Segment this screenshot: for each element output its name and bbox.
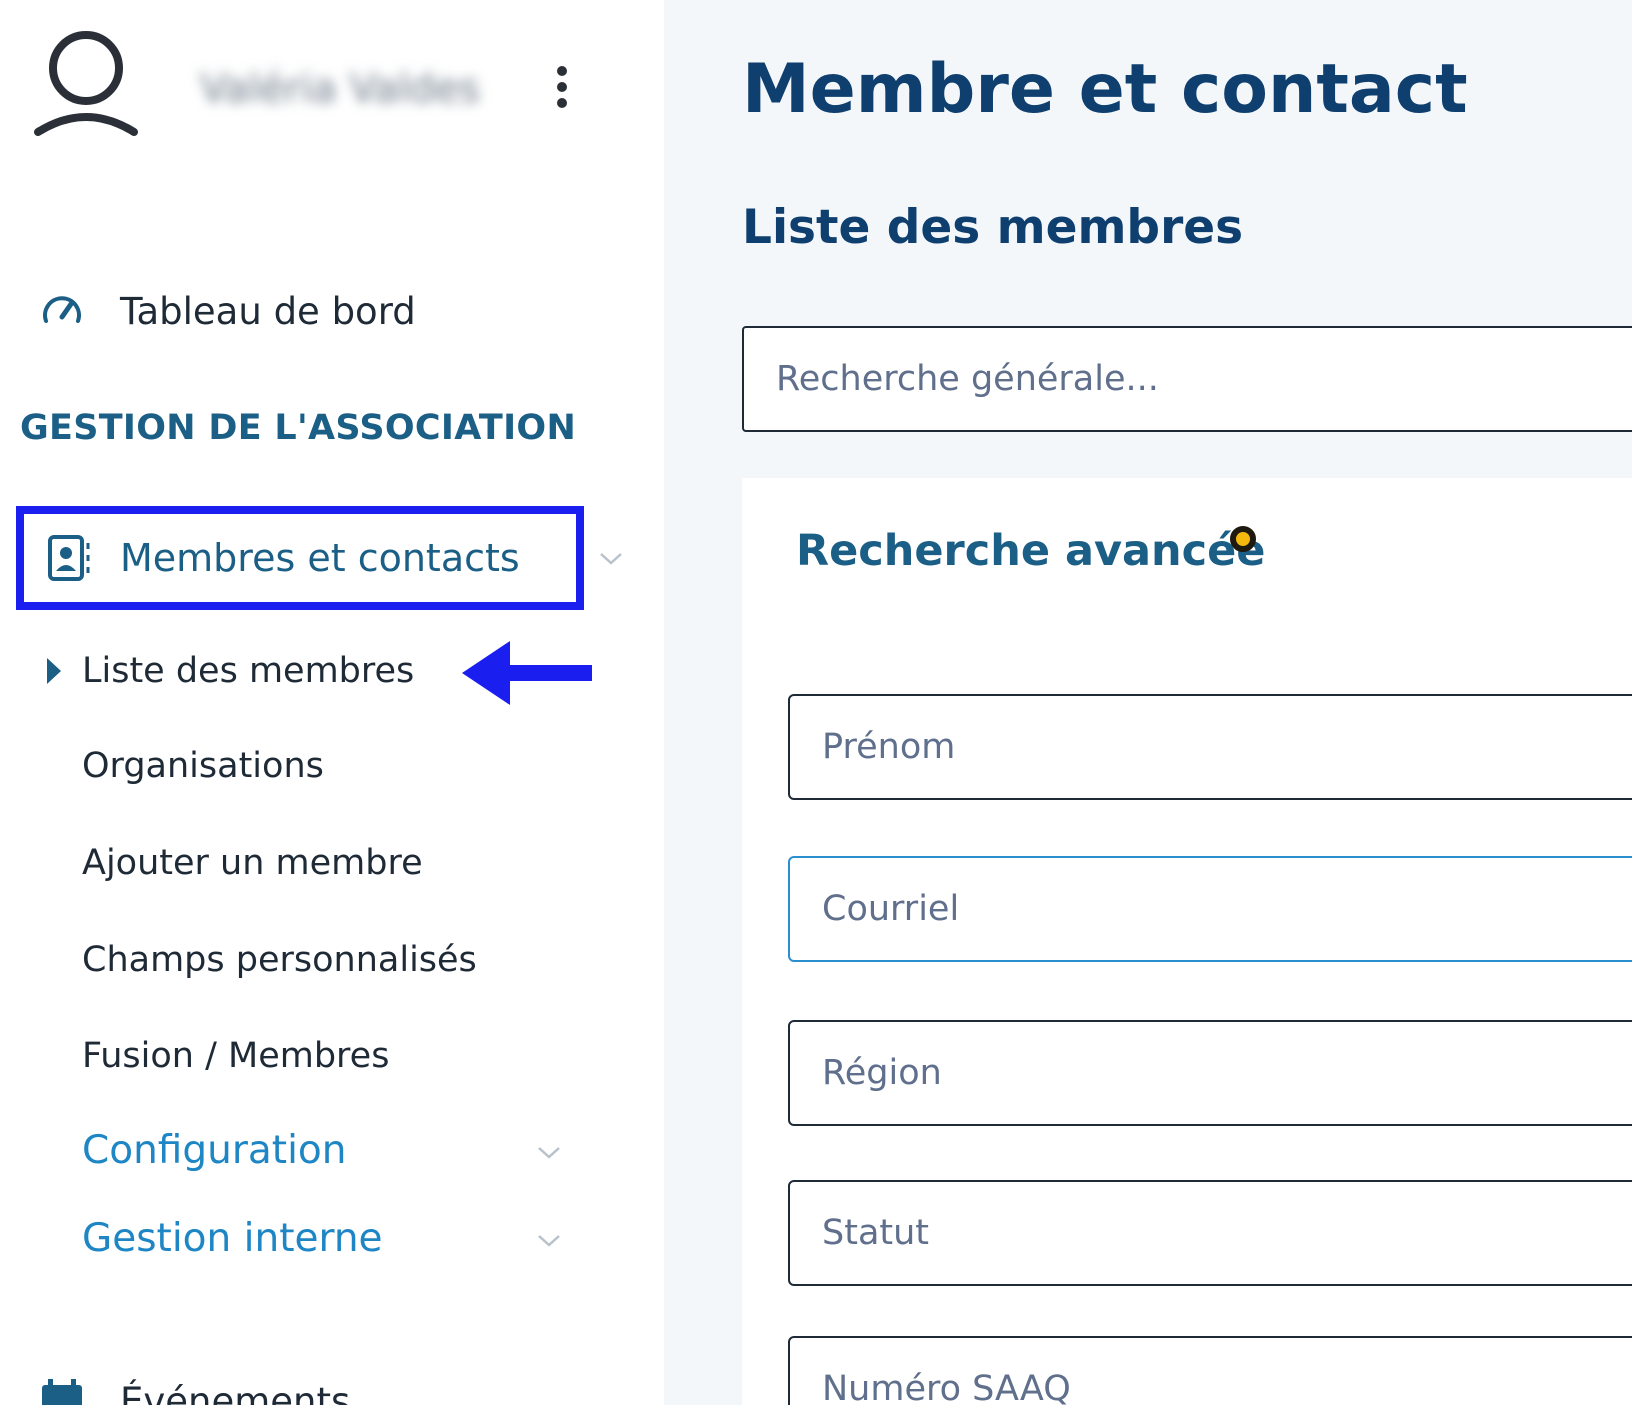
first-name-field[interactable]	[788, 694, 1632, 800]
user-profile: Valéria Valdes	[0, 0, 664, 170]
section-title-association: GESTION DE L'ASSOCIATION	[20, 408, 577, 448]
status-field[interactable]	[788, 1180, 1632, 1286]
chevron-down-icon[interactable]	[536, 1142, 562, 1162]
user-icon[interactable]	[34, 20, 144, 144]
sub-item-member-list[interactable]: Liste des membres	[44, 646, 414, 696]
sidebar: Valéria Valdes Tableau de bord GESTION D…	[0, 0, 664, 1405]
sub-item-add-member[interactable]: Ajouter un membre	[82, 843, 423, 883]
email-field[interactable]	[788, 856, 1632, 962]
advanced-search-title: Recherche avancée	[796, 526, 1266, 576]
nav-item-events-label: Événements	[120, 1379, 351, 1405]
contact-card-icon	[48, 535, 90, 581]
nav-item-dashboard-label: Tableau de bord	[120, 289, 416, 333]
kebab-menu-icon[interactable]	[548, 64, 576, 110]
page-title: Membre et contact	[742, 50, 1468, 129]
group-internal-management[interactable]: Gestion interne	[82, 1216, 383, 1261]
sub-item-organisations[interactable]: Organisations	[82, 746, 324, 786]
chevron-down-icon[interactable]	[598, 548, 624, 568]
annotation-arrow	[462, 641, 592, 705]
sub-item-merge-members[interactable]: Fusion / Membres	[82, 1036, 389, 1076]
section-title-member-list: Liste des membres	[742, 200, 1244, 255]
nav-item-members-contacts-label: Membres et contacts	[120, 536, 520, 580]
saaq-number-field[interactable]	[788, 1336, 1632, 1405]
status-dot-icon	[1230, 526, 1256, 552]
sub-item-member-list-label: Liste des membres	[82, 651, 415, 691]
sub-item-custom-fields[interactable]: Champs personnalisés	[82, 940, 477, 980]
nav-item-events[interactable]: Événements	[38, 1376, 350, 1405]
dashboard-gauge-icon	[43, 296, 81, 323]
group-configuration[interactable]: Configuration	[82, 1128, 347, 1173]
region-field[interactable]	[788, 1020, 1632, 1126]
calendar-icon	[42, 1379, 82, 1405]
caret-right-icon	[47, 658, 61, 684]
nav-item-dashboard[interactable]: Tableau de bord	[38, 286, 416, 336]
nav-item-members-contacts[interactable]: Membres et contacts	[16, 506, 584, 610]
chevron-down-icon[interactable]	[536, 1230, 562, 1250]
main-content: Membre et contact Liste des membres Rech…	[664, 0, 1632, 1405]
user-name: Valéria Valdes	[200, 66, 480, 112]
general-search-input[interactable]	[742, 326, 1632, 432]
